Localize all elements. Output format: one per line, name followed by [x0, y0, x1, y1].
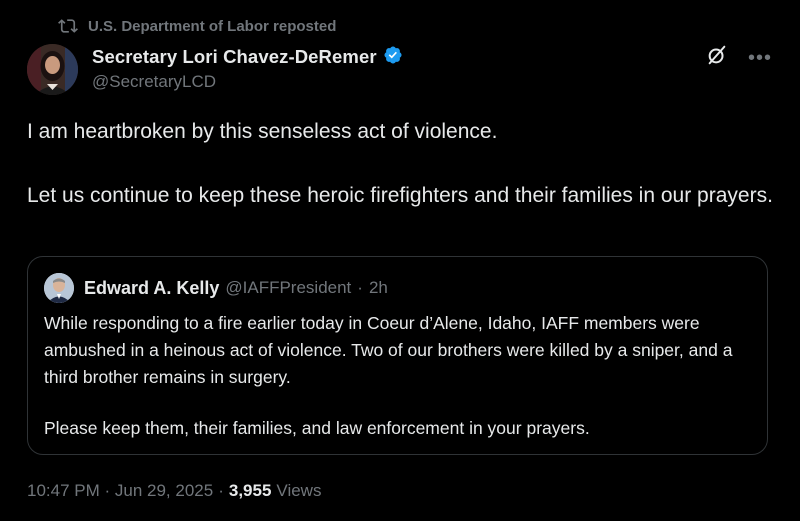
tweet-paragraph: Let us continue to keep these heroic fir…	[27, 184, 773, 207]
views-label: Views	[276, 481, 322, 500]
avatar[interactable]	[27, 44, 78, 95]
top-actions: •••	[706, 44, 772, 71]
grok-icon[interactable]	[706, 44, 728, 71]
more-options-icon[interactable]: •••	[748, 48, 772, 68]
quote-author-handle[interactable]: @IAFFPresident	[225, 278, 351, 298]
quote-paragraph: Please keep them, their families, and la…	[44, 418, 590, 438]
quote-separator: ·	[357, 278, 363, 297]
repost-label: U.S. Department of Labor reposted	[88, 17, 337, 35]
repost-icon	[58, 16, 78, 36]
quote-text: While responding to a fire earlier today…	[44, 310, 759, 442]
author-name[interactable]: Secretary Lori Chavez-DeRemer	[92, 46, 377, 68]
quote-time[interactable]: 2h	[369, 278, 388, 298]
repost-indicator[interactable]: U.S. Department of Labor reposted	[58, 16, 336, 36]
author-block: Secretary Lori Chavez-DeRemer @Secretary…	[92, 44, 403, 92]
tweet-timestamp[interactable]: 10:47 PM · Jun 29, 2025	[27, 481, 213, 501]
author-handle[interactable]: @SecretaryLCD	[92, 72, 403, 92]
quote-avatar[interactable]	[44, 273, 74, 303]
quote-header: Edward A. Kelly @IAFFPresident · 2h	[44, 273, 388, 303]
quote-paragraph: While responding to a fire earlier today…	[44, 313, 733, 387]
tweet-meta: 10:47 PM · Jun 29, 2025 · 3,955 Views	[27, 481, 321, 501]
views-count: 3,955	[228, 481, 272, 500]
meta-separator: ·	[218, 481, 224, 500]
quote-author-name[interactable]: Edward A. Kelly	[84, 278, 219, 299]
tweet-paragraph: I am heartbroken by this senseless act o…	[27, 120, 498, 143]
author-name-row: Secretary Lori Chavez-DeRemer	[92, 44, 403, 70]
quoted-tweet-card[interactable]: Edward A. Kelly @IAFFPresident · 2h Whil…	[27, 256, 768, 455]
tweet-text: I am heartbroken by this senseless act o…	[27, 116, 777, 212]
verified-badge-icon[interactable]	[383, 45, 403, 70]
